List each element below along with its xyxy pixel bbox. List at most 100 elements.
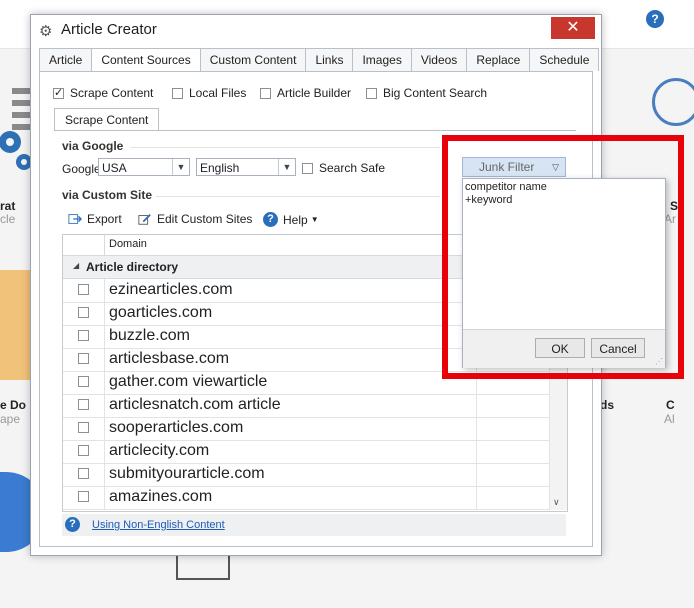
- table-row[interactable]: articlesnatch.com article: [63, 394, 549, 418]
- cell-divider: [476, 486, 477, 509]
- row-checkbox[interactable]: [78, 307, 89, 318]
- domain-cell: gather.com viewarticle: [109, 373, 268, 390]
- cell-divider: [476, 463, 477, 486]
- export-button[interactable]: Export: [68, 212, 122, 226]
- cell-divider: [104, 440, 105, 463]
- cell-divider: [104, 486, 105, 509]
- close-button[interactable]: ✕: [551, 17, 595, 39]
- tab-images[interactable]: Images: [352, 48, 412, 71]
- table-row[interactable]: amazines.com: [63, 486, 549, 510]
- row-checkbox[interactable]: [78, 330, 89, 341]
- tab-content-sources[interactable]: Content Sources: [91, 48, 201, 72]
- background-help-icon[interactable]: ?: [646, 10, 664, 28]
- table-row[interactable]: submityourarticle.com: [63, 463, 549, 487]
- cell-divider: [104, 463, 105, 486]
- domain-cell: goarticles.com: [109, 304, 213, 321]
- highlight-annotation: [442, 135, 684, 379]
- help-dropdown-button[interactable]: ? Help ▼: [263, 212, 319, 227]
- export-icon: [68, 214, 82, 224]
- big-content-search-checkbox[interactable]: Big Content Search: [366, 86, 487, 100]
- language-value: English: [200, 161, 240, 175]
- cell-divider: [104, 394, 105, 417]
- search-safe-label: Search Safe: [319, 161, 386, 175]
- edit-custom-sites-button[interactable]: Edit Custom Sites: [138, 212, 252, 226]
- non-english-content-link[interactable]: Using Non-English Content: [92, 519, 225, 531]
- chevron-down-icon[interactable]: ▼: [172, 159, 189, 175]
- row-checkbox[interactable]: [78, 422, 89, 433]
- domain-cell: ezinearticles.com: [109, 281, 233, 298]
- checkbox[interactable]: [366, 87, 377, 99]
- tab-videos[interactable]: Videos: [410, 48, 468, 71]
- tab-article[interactable]: Article: [39, 48, 93, 71]
- export-label: Export: [87, 212, 122, 226]
- background-label: rat: [0, 199, 16, 213]
- country-select[interactable]: USA ▼: [98, 158, 190, 176]
- tab-schedule[interactable]: Schedule: [529, 48, 600, 71]
- google-label: Google: [62, 162, 101, 176]
- scroll-down-icon[interactable]: ∨: [553, 497, 560, 508]
- domain-cell: amazines.com: [109, 488, 213, 505]
- table-row[interactable]: sooperarticles.com: [63, 417, 549, 441]
- big-content-search-label: Big Content Search: [383, 86, 488, 100]
- title-bar[interactable]: ⚙ Article Creator ✕: [31, 15, 601, 45]
- article-builder-checkbox[interactable]: Article Builder: [260, 86, 351, 100]
- row-checkbox[interactable]: [78, 399, 89, 410]
- cell-divider: [476, 394, 477, 417]
- help-icon: ?: [263, 212, 278, 227]
- language-select[interactable]: English ▼: [196, 158, 296, 176]
- checkbox-checked[interactable]: [53, 86, 64, 99]
- via-custom-site-heading: via Custom Site: [62, 188, 153, 202]
- background-label: C: [666, 398, 675, 412]
- tab-replace[interactable]: Replace: [466, 48, 531, 71]
- cell-divider: [104, 302, 105, 325]
- checkbox[interactable]: [302, 162, 313, 174]
- tab-custom-content[interactable]: Custom Content: [199, 48, 307, 71]
- domain-column-header[interactable]: Domain: [109, 238, 147, 250]
- row-checkbox[interactable]: [78, 353, 89, 364]
- select-column-header[interactable]: [63, 235, 105, 255]
- chevron-down-icon[interactable]: ▼: [278, 159, 295, 175]
- row-checkbox[interactable]: [78, 376, 89, 387]
- tab-links[interactable]: Links: [305, 48, 354, 71]
- window-title: Article Creator: [61, 21, 157, 38]
- gear-icon: ⚙: [39, 23, 53, 40]
- checkbox[interactable]: [260, 87, 271, 99]
- help-label: Help: [283, 212, 308, 227]
- edit-custom-sites-label: Edit Custom Sites: [157, 212, 253, 226]
- article-builder-label: Article Builder: [277, 86, 352, 100]
- tab-scrape-content[interactable]: Scrape Content: [54, 108, 160, 131]
- background-globe-icon: [652, 78, 694, 126]
- cell-divider: [104, 279, 105, 302]
- domain-cell: articlecity.com: [109, 442, 210, 459]
- row-checkbox[interactable]: [78, 445, 89, 456]
- domain-cell: articlesnatch.com article: [109, 396, 281, 413]
- cell-divider: [104, 371, 105, 394]
- background-label: ds: [600, 398, 615, 412]
- tab-strip: Article Content Sources Custom Content L…: [39, 48, 600, 72]
- edit-icon: [138, 214, 151, 225]
- caret-down-icon: ▼: [310, 215, 319, 224]
- scrape-content-label: Scrape Content: [70, 86, 154, 100]
- collapse-triangle-icon[interactable]: ◢: [73, 261, 79, 270]
- row-checkbox[interactable]: [78, 284, 89, 295]
- cell-divider: [104, 325, 105, 348]
- local-files-label: Local Files: [189, 86, 247, 100]
- search-safe-checkbox[interactable]: Search Safe: [302, 161, 385, 175]
- background-sublabel: Al: [664, 412, 675, 426]
- background-image: [176, 552, 230, 580]
- row-checkbox[interactable]: [78, 491, 89, 502]
- domain-cell: articlesbase.com: [109, 350, 230, 367]
- divider: [156, 196, 440, 197]
- background-sublabel: ape: [0, 412, 21, 426]
- help-icon[interactable]: ?: [65, 517, 80, 532]
- group-label: Article directory: [86, 260, 179, 274]
- table-row[interactable]: articlecity.com: [63, 440, 549, 464]
- scrape-content-checkbox[interactable]: Scrape Content: [53, 86, 153, 100]
- domain-cell: sooperarticles.com: [109, 419, 244, 436]
- footer-bar: ? Using Non-English Content: [62, 514, 566, 536]
- checkbox[interactable]: [172, 87, 183, 99]
- local-files-checkbox[interactable]: Local Files: [172, 86, 246, 100]
- cell-divider: [476, 417, 477, 440]
- row-checkbox[interactable]: [78, 468, 89, 479]
- cell-divider: [476, 440, 477, 463]
